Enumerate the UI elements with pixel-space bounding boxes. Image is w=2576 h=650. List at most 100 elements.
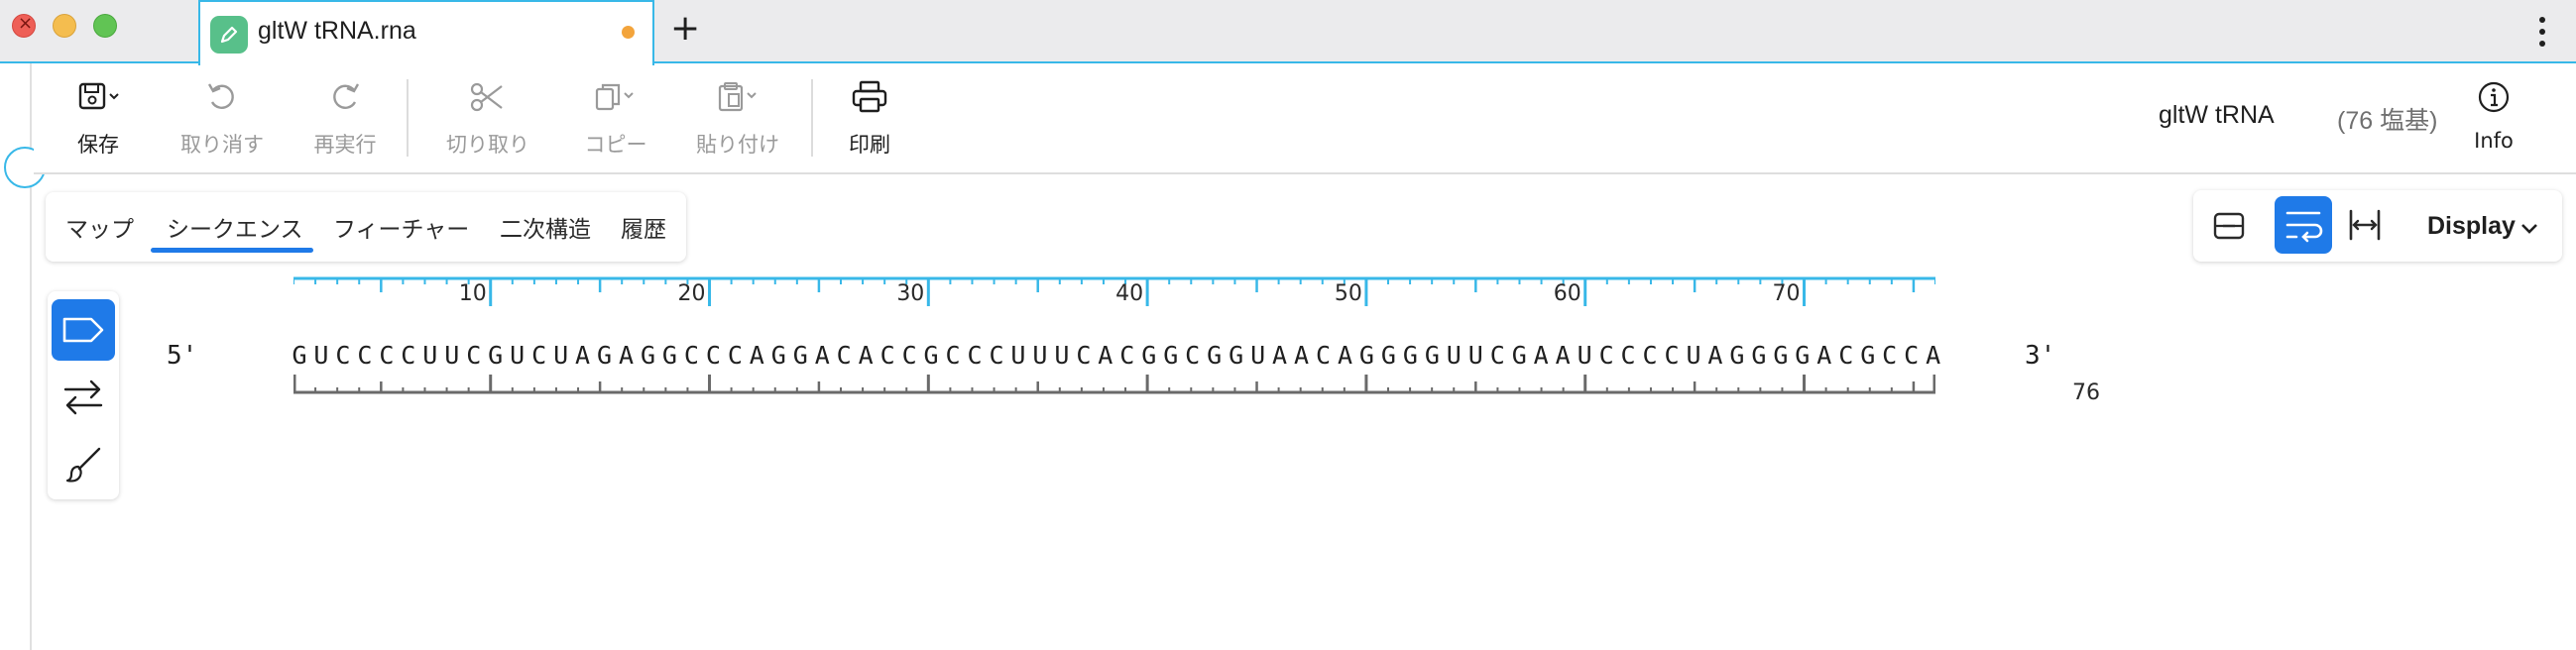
sequence-base[interactable]: C bbox=[1835, 341, 1857, 370]
save-button[interactable]: 保存 bbox=[65, 75, 131, 166]
sequence-base[interactable]: G bbox=[658, 341, 680, 370]
single-line-button[interactable] bbox=[2336, 196, 2394, 254]
redo-button[interactable]: 再実行 bbox=[305, 75, 385, 166]
sequence-base[interactable]: U bbox=[419, 341, 441, 370]
sequence-base[interactable]: G bbox=[920, 341, 942, 370]
sequence-base[interactable]: A bbox=[1704, 341, 1726, 370]
sequence-base[interactable]: A bbox=[811, 341, 833, 370]
sequence-base[interactable]: U bbox=[1683, 341, 1704, 370]
sequence-base[interactable]: A bbox=[855, 341, 877, 370]
sequence-base[interactable]: A bbox=[1814, 341, 1835, 370]
sequence-base[interactable]: G bbox=[1726, 341, 1748, 370]
sequence-base[interactable]: A bbox=[616, 341, 638, 370]
sequence-base[interactable]: C bbox=[398, 341, 419, 370]
sequence-base[interactable]: C bbox=[964, 341, 986, 370]
undo-button[interactable]: 取り消す bbox=[173, 75, 272, 166]
sequence-base[interactable]: G bbox=[1770, 341, 1792, 370]
sequence-base[interactable]: C bbox=[1073, 341, 1095, 370]
sequence-base[interactable]: G bbox=[767, 341, 789, 370]
sequence-base[interactable]: G bbox=[1508, 341, 1530, 370]
new-tab-button[interactable]: + bbox=[670, 8, 700, 49]
sequence-base[interactable]: G bbox=[1421, 341, 1443, 370]
maximize-window-button[interactable] bbox=[93, 14, 117, 38]
tab-history[interactable]: 履歴 bbox=[621, 210, 666, 244]
sequence-base[interactable]: G bbox=[1160, 341, 1182, 370]
tab-sequence[interactable]: シークエンス bbox=[167, 210, 303, 244]
sequence-base[interactable]: U bbox=[1443, 341, 1464, 370]
sequence-base[interactable]: C bbox=[1617, 341, 1639, 370]
minimize-window-button[interactable] bbox=[53, 14, 76, 38]
feature-tool-button[interactable] bbox=[52, 299, 115, 361]
info-button[interactable]: Info bbox=[2463, 75, 2524, 166]
sequence-base[interactable]: C bbox=[724, 341, 746, 370]
sequence-base[interactable]: G bbox=[789, 341, 811, 370]
sequence-base[interactable]: C bbox=[1879, 341, 1901, 370]
sequence-base[interactable]: C bbox=[376, 341, 398, 370]
tab-secondary-structure[interactable]: 二次構造 bbox=[500, 210, 591, 244]
sequence-base[interactable]: G bbox=[1226, 341, 1247, 370]
sequence-row[interactable]: GUCCCCUUCGUCUAGAGGCCCAGGACACCGCCCUUUCACG… bbox=[289, 341, 1944, 370]
collapse-view-button[interactable] bbox=[2193, 190, 2265, 262]
sequence-base[interactable]: C bbox=[1486, 341, 1508, 370]
sequence-base[interactable]: C bbox=[877, 341, 898, 370]
sequence-base[interactable]: C bbox=[1313, 341, 1335, 370]
sequence-base[interactable]: C bbox=[1639, 341, 1661, 370]
sequence-base[interactable]: G bbox=[1857, 341, 1879, 370]
sequence-base[interactable]: G bbox=[289, 341, 310, 370]
sequence-base[interactable]: A bbox=[1269, 341, 1291, 370]
sequence-base[interactable]: C bbox=[942, 341, 964, 370]
sequence-base[interactable]: A bbox=[1530, 341, 1552, 370]
tab-features[interactable]: フィーチャー bbox=[333, 210, 469, 244]
sequence-base[interactable]: A bbox=[572, 341, 594, 370]
sequence-base[interactable]: C bbox=[833, 341, 855, 370]
sequence-base[interactable]: U bbox=[1464, 341, 1486, 370]
sequence-base[interactable]: G bbox=[1377, 341, 1399, 370]
sequence-base[interactable]: G bbox=[594, 341, 616, 370]
sequence-base[interactable]: C bbox=[463, 341, 485, 370]
sequence-base[interactable]: A bbox=[1923, 341, 1944, 370]
sequence-base[interactable]: C bbox=[1595, 341, 1617, 370]
sequence-base[interactable]: A bbox=[1552, 341, 1574, 370]
sequence-base[interactable]: A bbox=[1291, 341, 1313, 370]
sequence-base[interactable]: C bbox=[354, 341, 376, 370]
sequence-base[interactable]: G bbox=[1748, 341, 1770, 370]
sequence-base[interactable]: A bbox=[1335, 341, 1356, 370]
sequence-base[interactable]: C bbox=[680, 341, 702, 370]
direction-tool-button[interactable] bbox=[52, 367, 115, 428]
sequence-base[interactable]: U bbox=[1247, 341, 1269, 370]
close-window-button[interactable] bbox=[12, 13, 36, 38]
sequence-base[interactable]: C bbox=[986, 341, 1007, 370]
sequence-base[interactable]: G bbox=[1204, 341, 1226, 370]
copy-button[interactable]: コピー bbox=[573, 75, 658, 166]
sequence-base[interactable]: C bbox=[332, 341, 354, 370]
sequence-base[interactable]: G bbox=[1792, 341, 1814, 370]
display-menu-label[interactable]: Display bbox=[2427, 212, 2516, 241]
sequence-base[interactable]: A bbox=[746, 341, 767, 370]
sequence-base[interactable]: C bbox=[528, 341, 550, 370]
sequence-base[interactable]: U bbox=[310, 341, 332, 370]
sequence-base[interactable]: U bbox=[441, 341, 463, 370]
sequence-base[interactable]: C bbox=[898, 341, 920, 370]
sequence-base[interactable]: C bbox=[1661, 341, 1683, 370]
chevron-down-icon[interactable] bbox=[2520, 220, 2538, 239]
sequence-base[interactable]: C bbox=[1116, 341, 1138, 370]
sequence-base[interactable]: U bbox=[550, 341, 572, 370]
sequence-base[interactable]: C bbox=[702, 341, 724, 370]
sequence-base[interactable]: C bbox=[1182, 341, 1204, 370]
sequence-base[interactable]: G bbox=[638, 341, 659, 370]
sequence-base[interactable]: G bbox=[1355, 341, 1377, 370]
tab-map[interactable]: マップ bbox=[65, 210, 134, 244]
sequence-base[interactable]: C bbox=[1901, 341, 1923, 370]
sequence-base[interactable]: U bbox=[1051, 341, 1073, 370]
sequence-base[interactable]: A bbox=[1095, 341, 1116, 370]
paste-button[interactable]: 貼り付け bbox=[688, 75, 787, 166]
document-tab[interactable]: gltW tRNA.rna bbox=[198, 0, 654, 65]
more-menu-icon[interactable] bbox=[2538, 16, 2546, 48]
wrap-sequence-button[interactable] bbox=[2275, 196, 2332, 254]
color-tool-button[interactable] bbox=[52, 434, 115, 495]
sequence-base[interactable]: U bbox=[1574, 341, 1595, 370]
sequence-base[interactable]: U bbox=[1029, 341, 1051, 370]
sequence-base[interactable]: G bbox=[1399, 341, 1421, 370]
sequence-base[interactable]: U bbox=[1007, 341, 1029, 370]
sequence-base[interactable]: G bbox=[485, 341, 507, 370]
